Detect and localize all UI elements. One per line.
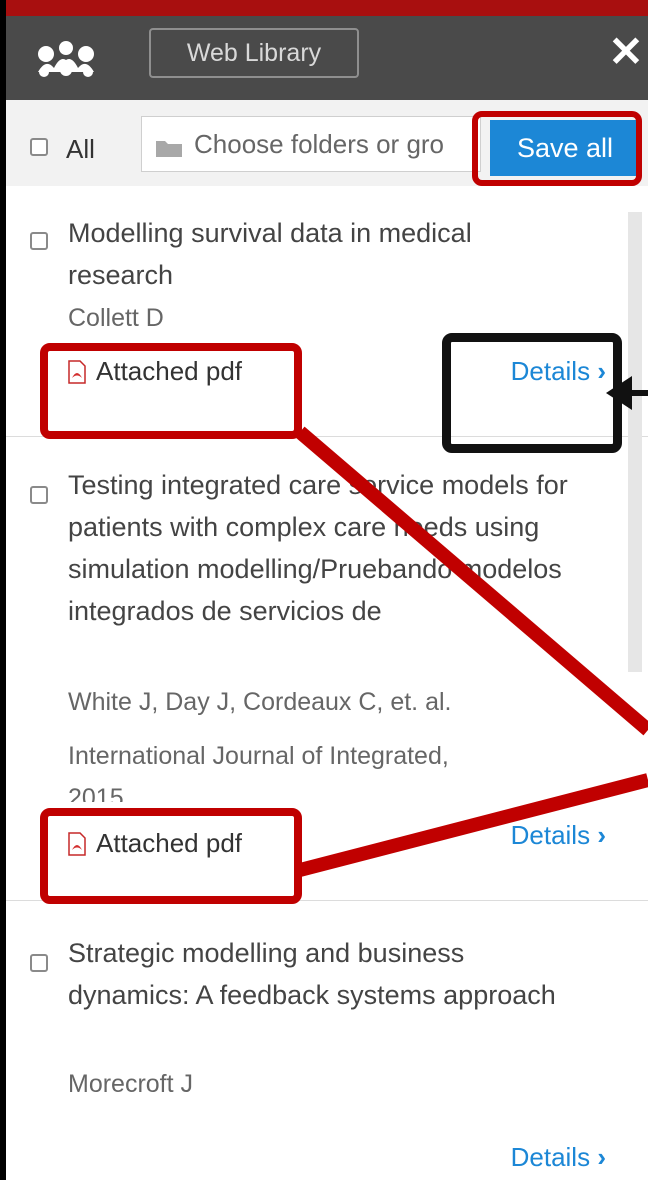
close-icon[interactable]: ✕ bbox=[606, 31, 646, 73]
details-label: Details bbox=[510, 820, 591, 850]
web-library-button[interactable]: Web Library bbox=[149, 28, 359, 78]
details-label: Details bbox=[510, 1142, 591, 1172]
item-year: 2015 bbox=[68, 784, 124, 802]
folder-icon bbox=[156, 141, 182, 157]
mendeley-logo-icon[interactable] bbox=[34, 38, 98, 78]
select-all-checkbox[interactable] bbox=[30, 138, 48, 156]
folder-select-input[interactable]: Choose folders or gro bbox=[141, 116, 481, 172]
chevron-right-icon: › bbox=[597, 356, 606, 386]
item-separator bbox=[6, 900, 648, 901]
chevron-right-icon: › bbox=[597, 1142, 606, 1172]
details-link[interactable]: Details › bbox=[511, 1142, 606, 1173]
attached-pdf[interactable]: Attached pdf bbox=[68, 356, 242, 387]
attached-pdf-label: Attached pdf bbox=[96, 356, 242, 386]
item-title[interactable]: Strategic modelling and business dynamic… bbox=[68, 932, 578, 1016]
reference-list: Modelling survival data in medical resea… bbox=[6, 186, 648, 1180]
details-link[interactable]: Details › bbox=[511, 820, 606, 851]
item-separator bbox=[6, 436, 648, 437]
item-checkbox[interactable] bbox=[30, 486, 48, 504]
item-checkbox[interactable] bbox=[30, 954, 48, 972]
folder-placeholder: Choose folders or gro bbox=[194, 129, 445, 159]
item-authors: Collett D bbox=[68, 304, 164, 332]
item-checkbox[interactable] bbox=[30, 232, 48, 250]
details-link[interactable]: Details › bbox=[511, 356, 606, 387]
pdf-file-icon bbox=[68, 831, 86, 856]
attached-pdf-label: Attached pdf bbox=[96, 828, 242, 858]
scrollbar[interactable] bbox=[628, 212, 642, 672]
item-authors: Morecroft J bbox=[68, 1070, 194, 1098]
item-title[interactable]: Modelling survival data in medical resea… bbox=[68, 212, 578, 296]
chevron-right-icon: › bbox=[597, 820, 606, 850]
toolbar: All Choose folders or gro Save all bbox=[6, 100, 648, 187]
save-all-button[interactable]: Save all bbox=[490, 120, 640, 176]
select-all-label: All bbox=[66, 134, 95, 164]
details-label: Details bbox=[510, 356, 591, 386]
header-bar: Web Library ✕ bbox=[6, 16, 648, 100]
item-title[interactable]: Testing integrated care service models f… bbox=[68, 464, 578, 632]
item-journal: International Journal of Integrated, bbox=[68, 742, 449, 770]
web-importer-window: Web Library ✕ All Choose folders or gro … bbox=[0, 0, 648, 1180]
attached-pdf[interactable]: Attached pdf bbox=[68, 828, 242, 859]
top-border bbox=[0, 0, 648, 16]
pdf-file-icon bbox=[68, 359, 86, 384]
item-authors: White J, Day J, Cordeaux C, et. al. bbox=[68, 688, 452, 716]
